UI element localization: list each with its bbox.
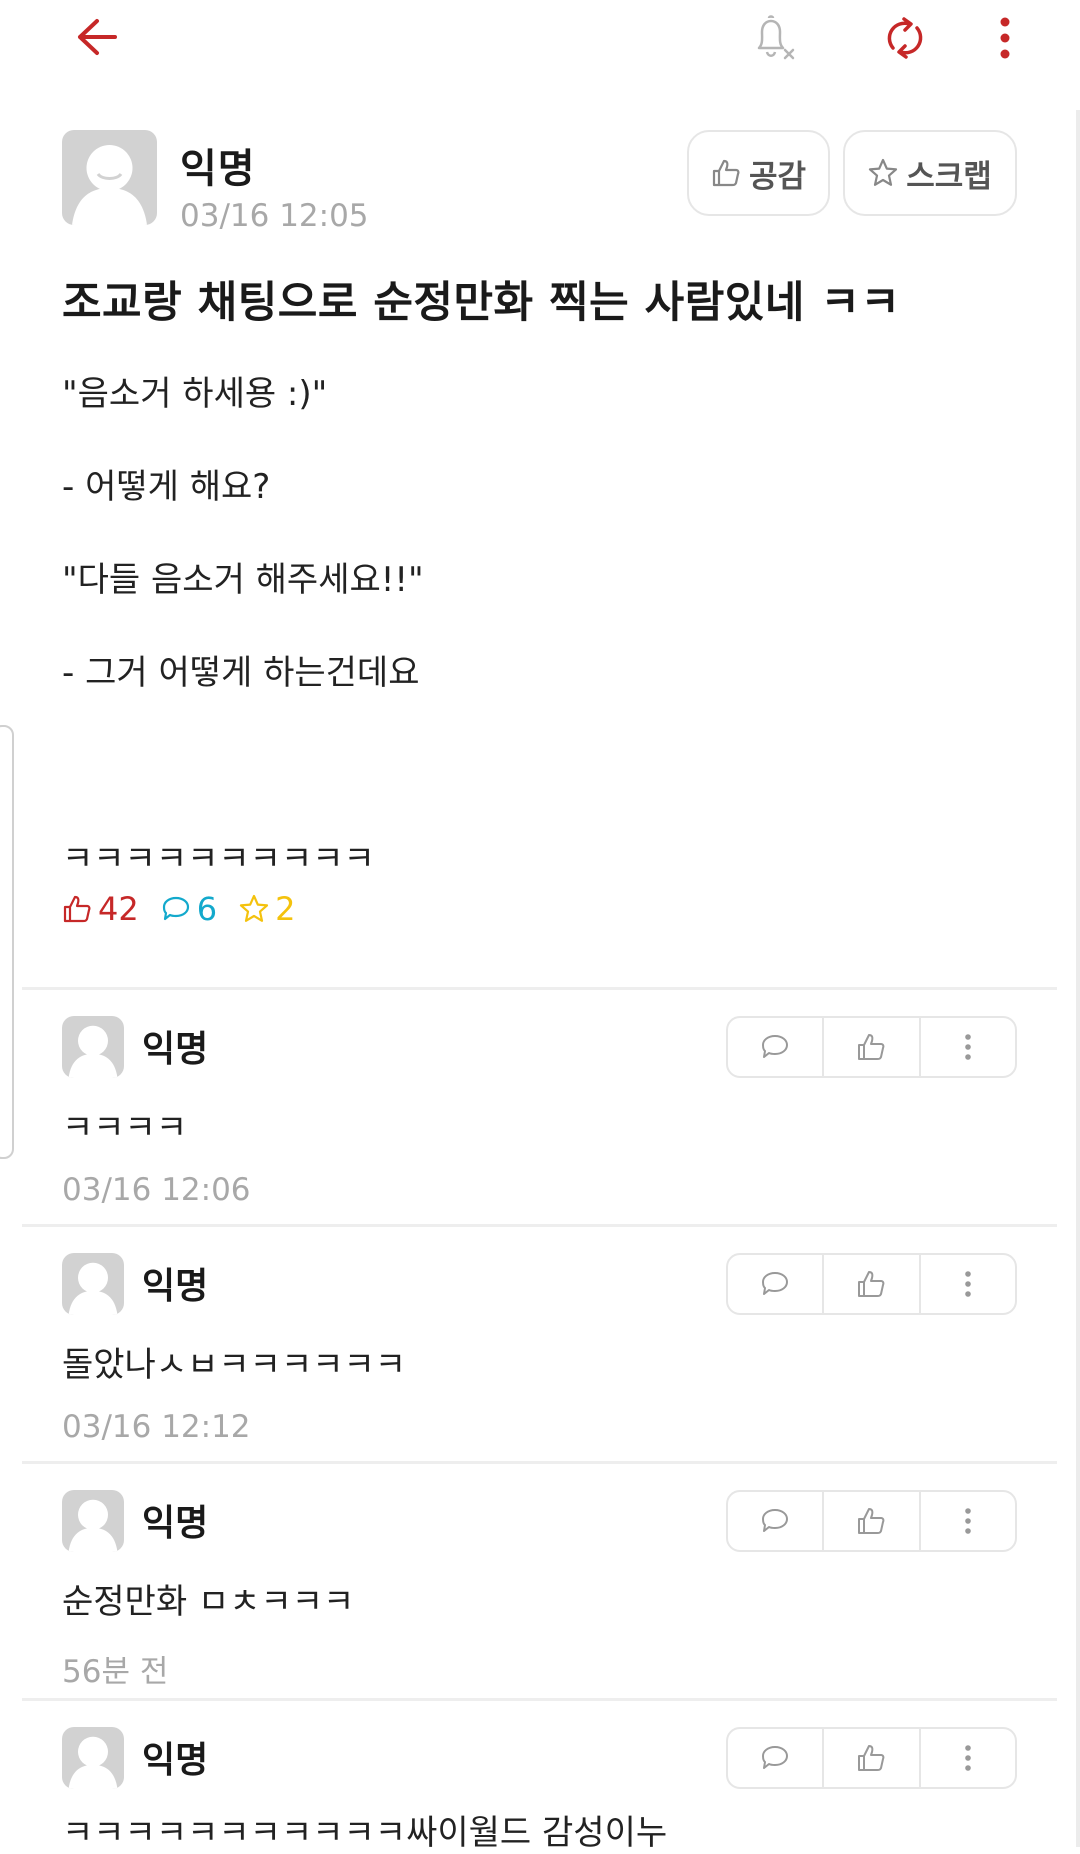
avatar <box>62 130 157 225</box>
post-body-line <box>62 720 1017 813</box>
star-icon <box>868 158 898 188</box>
comment-author: 익명 <box>142 1503 209 1544</box>
divider <box>22 1698 1057 1701</box>
refresh-button[interactable] <box>870 8 940 68</box>
post-title: 조교랑 채팅으로 순정만화 찍는 사람있네 ㅋㅋ <box>62 278 901 328</box>
comment-more-button[interactable] <box>921 1018 1015 1076</box>
comment-count-value: 6 <box>196 890 218 928</box>
comment-more-button[interactable] <box>921 1255 1015 1313</box>
divider <box>22 987 1057 990</box>
refresh-icon <box>887 17 923 59</box>
kebab-menu-icon <box>965 1745 971 1771</box>
scrap-button[interactable]: 스크랩 <box>843 130 1017 216</box>
avatar <box>62 1727 124 1789</box>
post-author: 익명 <box>180 146 256 192</box>
notification-off-button[interactable] <box>740 8 810 68</box>
comment: 익명 순정만화 ㅁㅊㅋㅋㅋ 56분 전 <box>62 1474 1017 1709</box>
thumbs-up-icon <box>858 1508 885 1534</box>
scrap-count-value: 2 <box>275 890 296 928</box>
thumbs-up-icon <box>858 1271 885 1297</box>
reply-button[interactable] <box>728 1729 825 1787</box>
default-avatar-icon <box>68 1262 118 1315</box>
avatar <box>62 1016 124 1078</box>
kebab-menu-icon <box>1000 17 1010 59</box>
comment-more-button[interactable] <box>921 1492 1015 1550</box>
comment-actions <box>726 1253 1017 1315</box>
comment-text: 순정만화 ㅁㅊㅋㅋㅋ <box>62 1582 355 1622</box>
comment-text: 돌았나ㅅㅂㅋㅋㅋㅋㅋㅋ <box>62 1345 407 1385</box>
comment-author: 익명 <box>142 1266 209 1307</box>
like-count-value: 42 <box>98 890 139 928</box>
comment-text: ㅋㅋㅋㅋ <box>62 1108 188 1148</box>
speech-bubble-icon <box>762 1035 789 1058</box>
comment-actions <box>726 1490 1017 1552</box>
post-body: "음소거 하세용 :)" - 어떻게 해요? "다들 음소거 해주세요!!" -… <box>62 348 1017 906</box>
scroll-handle[interactable] <box>0 725 14 1159</box>
comment-author: 익명 <box>142 1740 209 1781</box>
comment-author: 익명 <box>142 1029 209 1070</box>
divider <box>22 1461 1057 1464</box>
star-icon <box>239 894 269 922</box>
post-stats: 42 6 2 <box>62 890 317 928</box>
like-button[interactable]: 공감 <box>687 130 830 216</box>
comment-actions <box>726 1727 1017 1789</box>
like-count: 42 <box>62 890 139 928</box>
reply-button[interactable] <box>728 1018 825 1076</box>
comment-like-button[interactable] <box>824 1255 921 1313</box>
scrap-count: 2 <box>239 890 295 928</box>
divider <box>22 1224 1057 1227</box>
kebab-menu-icon <box>965 1508 971 1534</box>
thumbs-up-icon <box>858 1034 885 1060</box>
default-avatar-icon <box>72 145 147 225</box>
speech-bubble-icon <box>762 1509 789 1532</box>
kebab-menu-icon <box>965 1271 971 1297</box>
comment-time: 03/16 12:06 <box>62 1172 251 1208</box>
scrap-button-label: 스크랩 <box>906 158 992 195</box>
comment-more-button[interactable] <box>921 1729 1015 1787</box>
reply-button[interactable] <box>728 1492 825 1550</box>
default-avatar-icon <box>68 1499 118 1552</box>
comment-actions <box>726 1016 1017 1078</box>
top-bar <box>0 0 1080 80</box>
comment-like-button[interactable] <box>824 1492 921 1550</box>
comment-time: 03/16 12:12 <box>62 1409 251 1445</box>
default-avatar-icon <box>68 1736 118 1789</box>
post-date: 03/16 12:05 <box>180 198 369 234</box>
scrollbar-track[interactable] <box>1076 110 1080 1847</box>
speech-bubble-icon <box>762 1272 789 1295</box>
thumbs-up-icon <box>63 895 91 923</box>
reply-button[interactable] <box>728 1255 825 1313</box>
thumbs-up-icon <box>858 1745 885 1771</box>
default-avatar-icon <box>68 1025 118 1078</box>
comment-time: 56분 전 <box>62 1654 169 1690</box>
post-body-line: - 그거 어떻게 하는건데요 <box>62 653 420 693</box>
comment-count: 6 <box>161 890 217 928</box>
more-menu-button[interactable] <box>990 8 1020 68</box>
avatar <box>62 1253 124 1315</box>
comment-like-button[interactable] <box>824 1018 921 1076</box>
arrow-left-icon <box>78 19 117 55</box>
post-body-line: "다들 음소거 해주세요!!" <box>62 560 424 600</box>
comment-like-button[interactable] <box>824 1729 921 1787</box>
comment: 익명 ㅋㅋㅋㅋ 03/16 12:06 <box>62 1000 1017 1235</box>
speech-bubble-icon <box>162 896 189 921</box>
thumbs-up-icon <box>711 158 741 188</box>
post-body-line: - 어떻게 해요? <box>62 467 271 507</box>
like-button-label: 공감 <box>748 158 807 195</box>
kebab-menu-icon <box>965 1034 971 1060</box>
bell-off-icon <box>757 15 795 60</box>
post-body-line: "음소거 하세용 :)" <box>62 374 328 414</box>
speech-bubble-icon <box>762 1746 789 1769</box>
avatar <box>62 1490 124 1552</box>
comment: 익명 돌았나ㅅㅂㅋㅋㅋㅋㅋㅋ 03/16 12:12 <box>62 1237 1017 1472</box>
back-button[interactable] <box>62 12 132 62</box>
comment: 익명 ㅋㅋㅋㅋㅋㅋㅋㅋㅋㅋㅋ싸이월드 감성이누 <box>62 1711 1017 1853</box>
